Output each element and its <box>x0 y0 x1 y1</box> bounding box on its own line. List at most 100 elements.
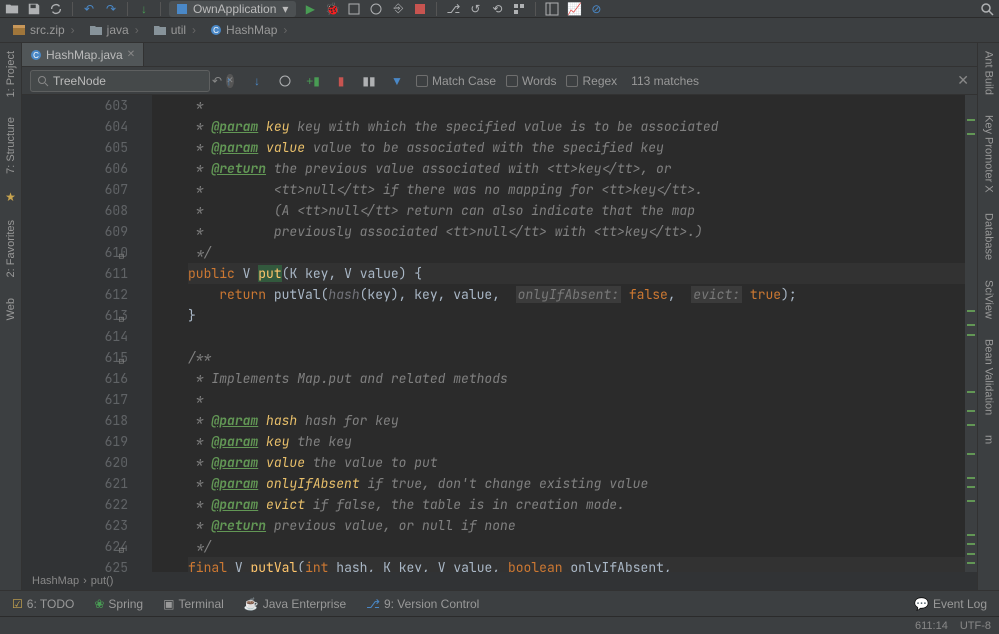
code-line-608[interactable]: * (A <tt>null</tt> return can also indic… <box>188 200 965 221</box>
save-icon[interactable] <box>26 1 42 17</box>
error-stripe-mark[interactable] <box>967 410 975 412</box>
bc-class[interactable]: HashMap <box>32 575 79 587</box>
code-line-607[interactable]: * <tt>null</tt> if there was no mapping … <box>188 179 965 200</box>
gutter-line[interactable]: 619 <box>22 431 128 452</box>
gutter-line[interactable]: 612 <box>22 284 128 305</box>
gutter-line[interactable]: 613⊟ <box>22 305 128 326</box>
run-configuration-selector[interactable]: OwnApplication ▾ <box>169 1 296 17</box>
code-line-610[interactable]: */ <box>188 242 965 263</box>
error-stripe-mark[interactable] <box>967 119 975 121</box>
add-selection-icon[interactable]: +▮ <box>304 72 322 90</box>
left-rail-7-structure[interactable]: 7: Structure <box>3 113 19 178</box>
prev-match-icon[interactable]: ↑ <box>220 72 238 90</box>
code-line-618[interactable]: * @param hash hash for key <box>188 410 965 431</box>
code-line-606[interactable]: * @return the previous value associated … <box>188 158 965 179</box>
error-stripe-mark[interactable] <box>967 500 975 502</box>
layout-icon[interactable] <box>544 1 560 17</box>
crumb-hashmap[interactable]: CHashMap› <box>204 21 293 39</box>
gutter-line[interactable]: 605 <box>22 137 128 158</box>
stop-icon[interactable] <box>412 1 428 17</box>
terminal-tool[interactable]: ▣Terminal <box>159 595 228 613</box>
gutter-line[interactable]: 617 <box>22 389 128 410</box>
left-rail-web[interactable]: Web <box>3 294 19 324</box>
encoding[interactable]: UTF-8 <box>960 620 991 632</box>
error-stripe-mark[interactable] <box>967 477 975 479</box>
error-stripe-mark[interactable] <box>967 133 975 135</box>
code-line-614[interactable] <box>188 326 965 347</box>
code-line-622[interactable]: * @param evict if false, the table is in… <box>188 494 965 515</box>
crumb-util[interactable]: util› <box>147 21 202 39</box>
code-line-613[interactable]: } <box>188 305 965 326</box>
crumb-src-zip[interactable]: src.zip› <box>6 21 81 39</box>
java-ee-tool[interactable]: ☕Java Enterprise <box>240 595 350 613</box>
vcs-revert-icon[interactable]: ⟲ <box>489 1 505 17</box>
error-stripe-mark[interactable] <box>967 543 975 545</box>
error-stripe-mark[interactable] <box>967 486 975 488</box>
code-line-615[interactable]: /** <box>188 347 965 368</box>
select-all-icon[interactable] <box>276 72 294 90</box>
run-icon[interactable]: ▶ <box>302 1 318 17</box>
error-stripe-mark[interactable] <box>967 334 975 336</box>
spring-tool[interactable]: ❀Spring <box>90 595 147 613</box>
gutter-line[interactable]: 622 <box>22 494 128 515</box>
gutter-line[interactable]: 610⊟💡 <box>22 242 128 263</box>
event-log-tool[interactable]: 💬Event Log <box>910 595 991 613</box>
cursor-position[interactable]: 611:14 <box>915 620 948 632</box>
search-everywhere-icon[interactable] <box>979 1 995 17</box>
editor-body[interactable]: 603604605606607608609610⊟💡611⬇⊙↓612613⊟6… <box>22 95 977 572</box>
gutter-line[interactable]: 604 <box>22 116 128 137</box>
code-line-620[interactable]: * @param value the value to put <box>188 452 965 473</box>
vcs-tool[interactable]: ⎇9: Version Control <box>362 595 483 613</box>
gutter-line[interactable]: 615⊟ <box>22 347 128 368</box>
regex-checkbox[interactable]: Regex <box>566 74 617 88</box>
gutter-line[interactable]: 603 <box>22 95 128 116</box>
error-stripe-mark[interactable] <box>967 424 975 426</box>
select-all-occurrences-icon[interactable]: ▮▮ <box>360 72 378 90</box>
error-stripe[interactable] <box>965 95 977 572</box>
gutter-line[interactable]: 616 <box>22 368 128 389</box>
error-stripe-mark[interactable] <box>967 453 975 455</box>
gutter-line[interactable]: 611⬇⊙↓ <box>22 263 128 284</box>
error-stripe-mark[interactable] <box>967 534 975 536</box>
chart-icon[interactable]: 📈 <box>566 1 582 17</box>
redo-icon[interactable]: ↷ <box>103 1 119 17</box>
coverage-icon[interactable] <box>346 1 362 17</box>
left-rail-1-project[interactable]: 1: Project <box>3 47 19 101</box>
error-stripe-mark[interactable] <box>967 391 975 393</box>
code-line-616[interactable]: * Implements Map.put and related methods <box>188 368 965 389</box>
crumb-java[interactable]: java› <box>83 21 145 39</box>
code-line-619[interactable]: * @param key the key <box>188 431 965 452</box>
error-stripe-mark[interactable] <box>967 310 975 312</box>
right-rail-sciview[interactable]: SciView <box>981 276 997 323</box>
git-branch-icon[interactable]: ⎇ <box>445 1 461 17</box>
search-input[interactable] <box>53 74 208 88</box>
code-line-623[interactable]: * @return previous value, or null if non… <box>188 515 965 536</box>
code-line-605[interactable]: * @param value value to be associated wi… <box>188 137 965 158</box>
right-rail-ant-build[interactable]: Ant Build <box>981 47 997 99</box>
code-line-609[interactable]: * previously associated <tt>null</tt> wi… <box>188 221 965 242</box>
code-line-617[interactable]: * <box>188 389 965 410</box>
right-rail-key-promoter-x[interactable]: Key Promoter X <box>981 111 997 197</box>
profile-icon[interactable] <box>368 1 384 17</box>
gutter-line[interactable]: 624⊟ <box>22 536 128 557</box>
code-line-624[interactable]: */ <box>188 536 965 557</box>
match-case-checkbox[interactable]: Match Case <box>416 74 496 88</box>
gutter-line[interactable]: 618 <box>22 410 128 431</box>
error-stripe-mark[interactable] <box>967 562 975 564</box>
undo-icon[interactable]: ↶ <box>81 1 97 17</box>
left-rail-2-favorites[interactable]: 2: Favorites <box>3 216 19 281</box>
vcs-history-icon[interactable]: ↺ <box>467 1 483 17</box>
gutter-line[interactable]: 625 <box>22 557 128 572</box>
right-rail-bean-validation[interactable]: Bean Validation <box>981 335 997 419</box>
error-stripe-mark[interactable] <box>967 324 975 326</box>
remove-selection-icon[interactable]: ▮ <box>332 72 350 90</box>
code-line-604[interactable]: * @param key key with which the specifie… <box>188 116 965 137</box>
todo-tool[interactable]: ☑6: TODO <box>8 595 78 613</box>
tab-hashmap[interactable]: C HashMap.java ✕ <box>22 43 144 66</box>
gutter-line[interactable]: 608 <box>22 200 128 221</box>
right-rail-database[interactable]: Database <box>981 209 997 264</box>
code-line-621[interactable]: * @param onlyIfAbsent if true, don't cha… <box>188 473 965 494</box>
code-line-603[interactable]: * <box>188 95 965 116</box>
gutter-line[interactable]: 607 <box>22 179 128 200</box>
right-rail-m[interactable]: m <box>981 431 997 448</box>
